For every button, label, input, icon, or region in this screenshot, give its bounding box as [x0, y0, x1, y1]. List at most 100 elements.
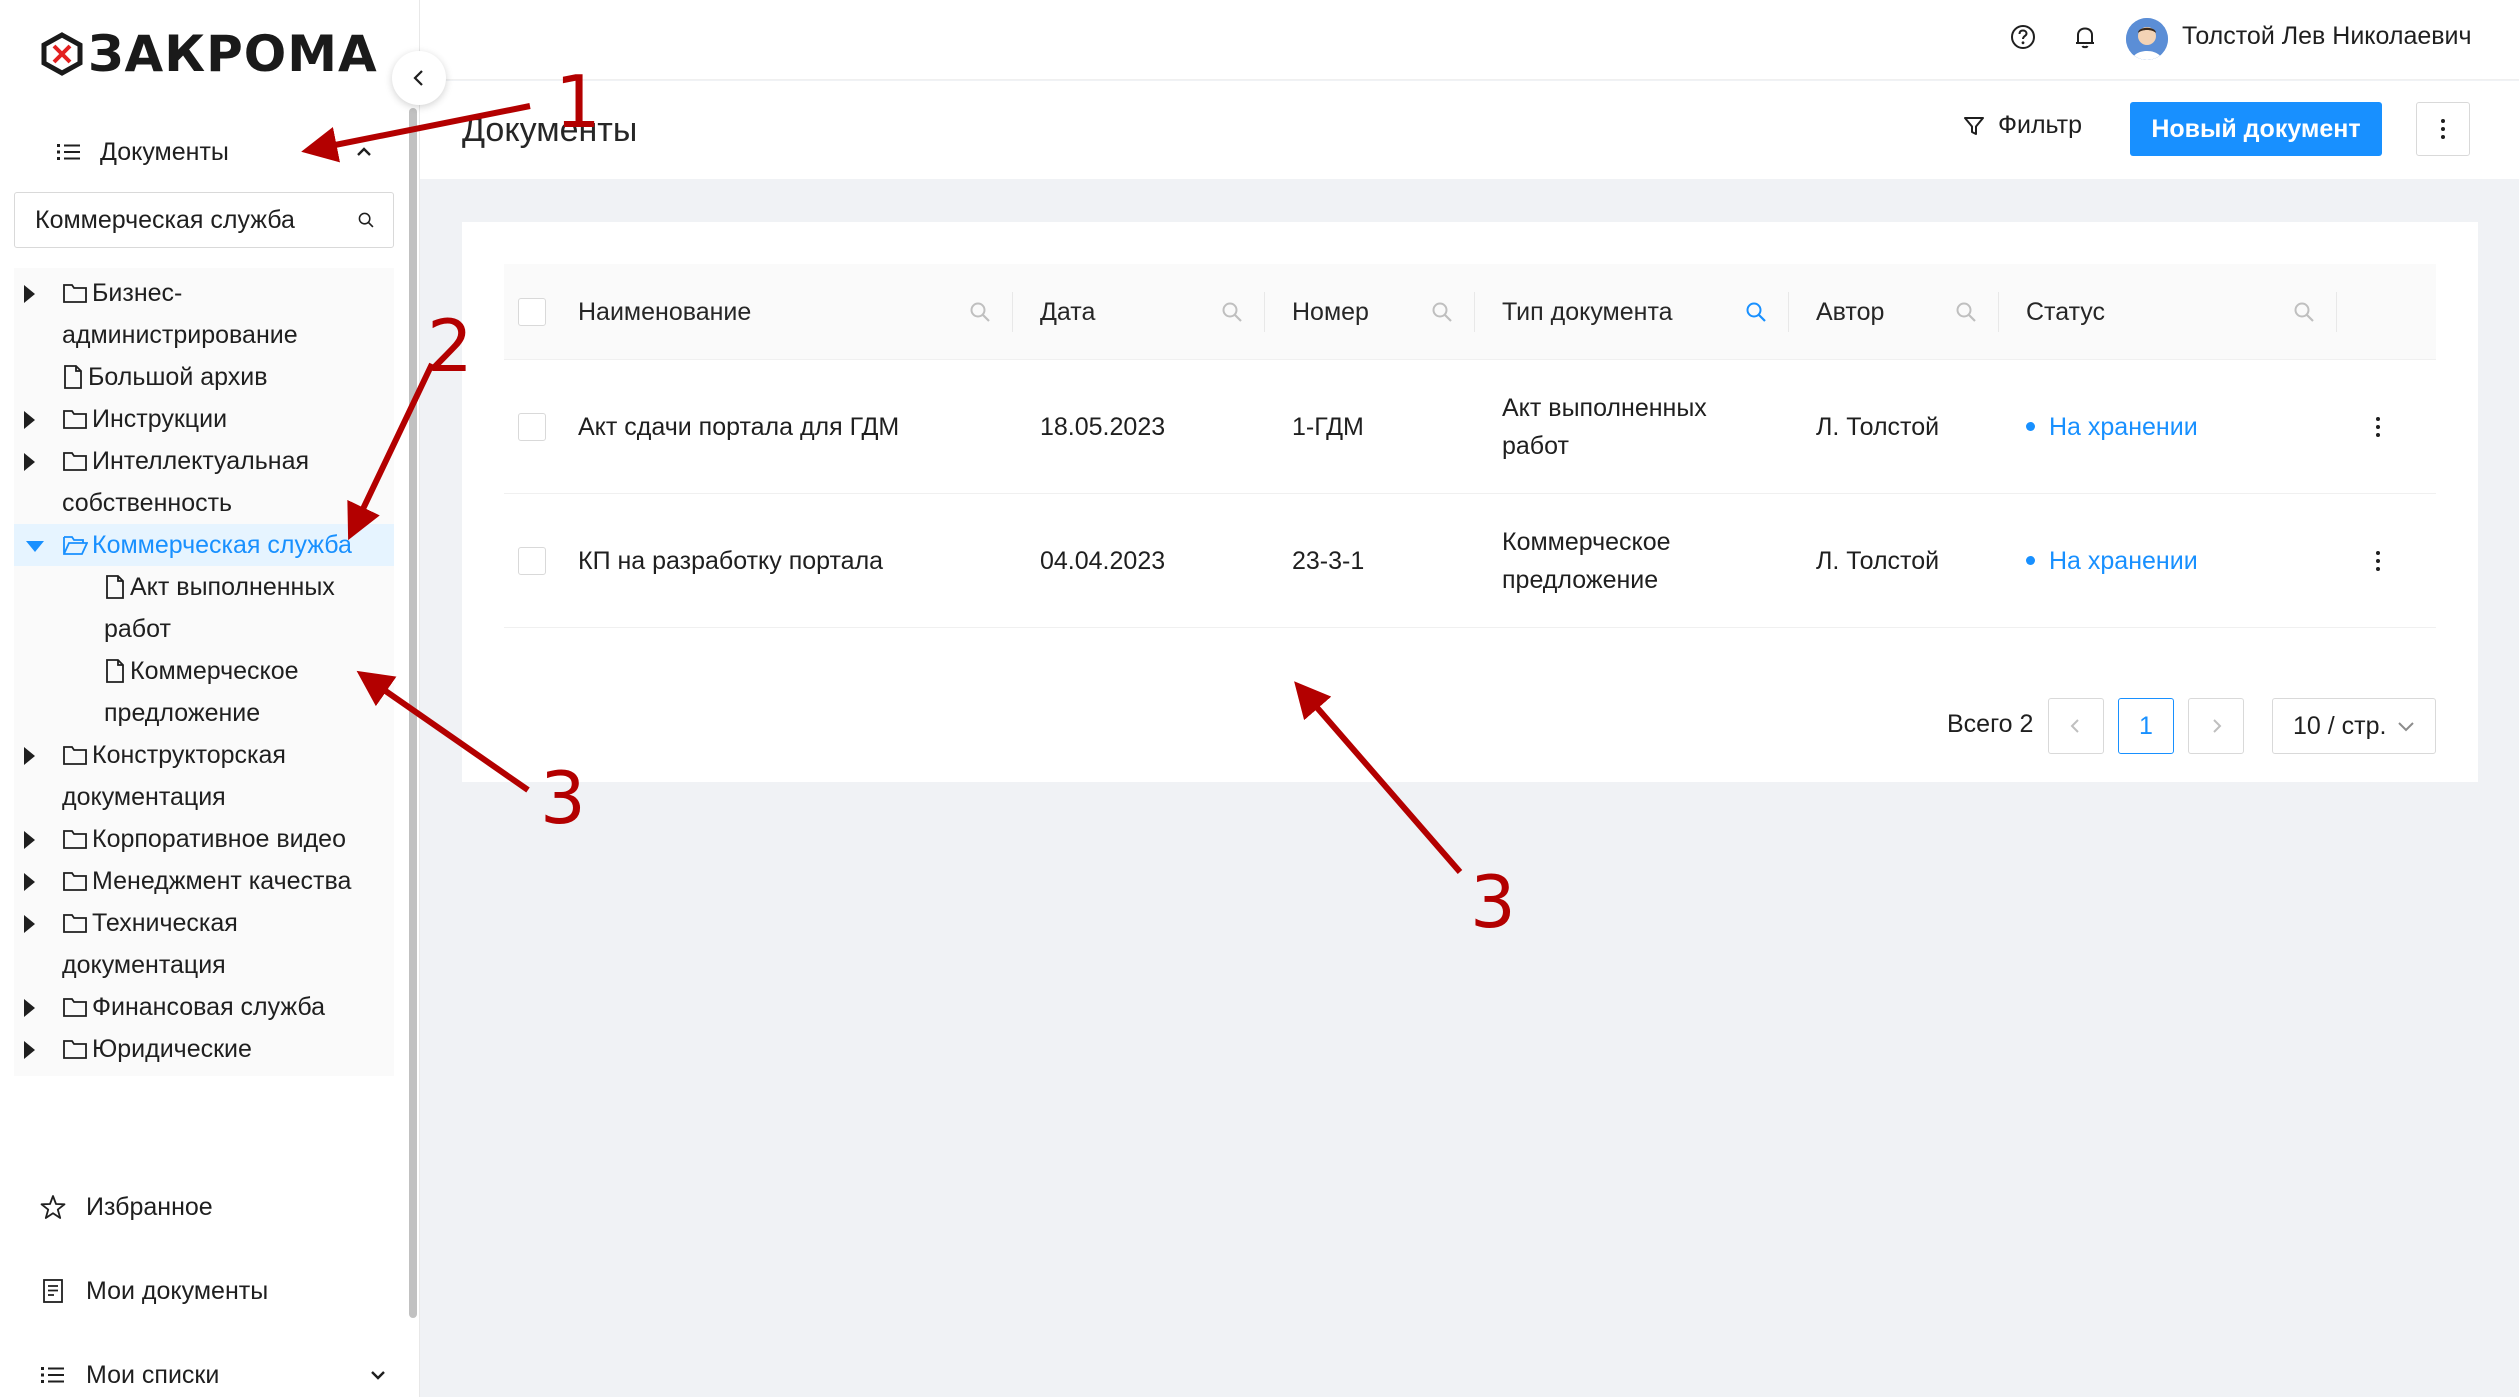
- chevron-left-icon: [2070, 719, 2079, 733]
- tree-folder[interactable]: Финансовая служба: [14, 986, 394, 1028]
- sidebar-item-my-lists[interactable]: Мои списки: [40, 1355, 390, 1395]
- search-icon[interactable]: [2292, 300, 2316, 324]
- column-header-status[interactable]: Статус: [2026, 264, 2105, 359]
- user-avatar[interactable]: [2126, 18, 2168, 60]
- search-icon[interactable]: [1430, 300, 1454, 324]
- table-header: Наименование Дата Номер Тип документа Ав…: [504, 264, 2436, 360]
- expand-caret-icon[interactable]: [24, 915, 35, 933]
- tree-folder[interactable]: Конструкторская документация: [14, 734, 394, 818]
- column-divider[interactable]: [1474, 292, 1475, 332]
- prev-page-button[interactable]: [2048, 698, 2104, 754]
- avatar-image: [2126, 18, 2168, 60]
- expand-caret-icon[interactable]: [24, 1041, 35, 1059]
- logo-text: ЗАКРОМА: [88, 25, 378, 83]
- tree-folder[interactable]: Менеджмент качества: [14, 860, 394, 902]
- sidebar-item-favorites[interactable]: Избранное: [40, 1187, 390, 1227]
- column-header-number[interactable]: Номер: [1292, 264, 1369, 359]
- status-badge: На хранении: [2026, 494, 2198, 627]
- expand-caret-icon[interactable]: [24, 747, 35, 765]
- search-icon[interactable]: [1220, 300, 1244, 324]
- pagination: Всего 2 1 10 / стр.: [504, 698, 2436, 754]
- search-icon[interactable]: [968, 300, 992, 324]
- page-title: Документы: [462, 111, 638, 149]
- tree-folder[interactable]: Интеллектуальная собственность: [14, 440, 394, 524]
- page-button-current[interactable]: 1: [2118, 698, 2174, 754]
- tree-folder[interactable]: Инструкции: [14, 398, 394, 440]
- new-document-button[interactable]: Новый документ: [2130, 102, 2382, 156]
- cell-name[interactable]: Акт сдачи портала для ГДМ: [578, 360, 899, 493]
- filter-button[interactable]: Фильтр: [1962, 111, 2082, 140]
- cell-date: 04.04.2023: [1040, 546, 1166, 575]
- chevron-left-icon: [413, 70, 423, 86]
- tree-search-input[interactable]: [35, 205, 357, 235]
- expand-caret-icon[interactable]: [24, 285, 35, 303]
- more-actions-button[interactable]: [2416, 102, 2470, 156]
- sidebar-scrollbar[interactable]: [409, 108, 417, 1318]
- sidebar-section-documents[interactable]: Документы: [56, 132, 376, 172]
- cell-name[interactable]: КП на разработку портала: [578, 494, 883, 627]
- user-name[interactable]: Толстой Лев Николаевич: [2182, 22, 2472, 51]
- collapse-sidebar-button[interactable]: [392, 51, 446, 105]
- cell-date: 18.05.2023: [1040, 412, 1166, 441]
- more-vertical-icon[interactable]: [2374, 413, 2382, 441]
- bell-icon[interactable]: [2070, 22, 2100, 52]
- cell-number: 23-3-1: [1292, 546, 1365, 575]
- column-divider[interactable]: [1998, 292, 1999, 332]
- status-label: На хранении: [2049, 412, 2198, 441]
- expand-caret-icon[interactable]: [24, 873, 35, 891]
- folder-open-icon: [63, 536, 88, 555]
- column-header-author[interactable]: Автор: [1816, 264, 1884, 359]
- tree-folder[interactable]: Техническая документация: [14, 902, 394, 986]
- column-header-name[interactable]: Наименование: [578, 264, 751, 359]
- cell-author: Л. Толстой: [1816, 412, 1940, 441]
- tree-folder-label: Техническая документация: [62, 909, 238, 979]
- tree-folder-selected[interactable]: Коммерческая служба: [14, 524, 394, 566]
- list-icon: [41, 1367, 64, 1383]
- cell-doc-type: Акт выполненных работ: [1502, 393, 1707, 460]
- folder-icon: [63, 872, 87, 891]
- tree-folder-label: Интеллектуальная собственность: [62, 447, 310, 517]
- select-all-checkbox[interactable]: [518, 297, 546, 326]
- sidebar-item-my-documents[interactable]: Мои документы: [40, 1271, 390, 1311]
- column-divider[interactable]: [1788, 292, 1789, 332]
- tree-search-field[interactable]: [14, 192, 394, 248]
- chevron-up-icon[interactable]: [352, 140, 376, 164]
- filter-label: Фильтр: [1998, 111, 2082, 139]
- tree-file[interactable]: Большой архив: [14, 356, 394, 398]
- expand-caret-icon[interactable]: [24, 999, 35, 1017]
- table-row[interactable]: Акт сдачи портала для ГДМ 18.05.2023 1-Г…: [504, 360, 2436, 494]
- column-divider[interactable]: [1264, 292, 1265, 332]
- status-badge: На хранении: [2026, 360, 2198, 493]
- tree-folder-label: Инструкции: [92, 405, 228, 433]
- tree-file[interactable]: Коммерческое предложение: [14, 650, 394, 734]
- tree-folder-label: Финансовая служба: [92, 993, 326, 1021]
- tree-folder[interactable]: Корпоративное видео: [14, 818, 394, 860]
- table-row[interactable]: КП на разработку портала 04.04.2023 23-3…: [504, 494, 2436, 628]
- chevron-down-icon[interactable]: [366, 1363, 390, 1387]
- folder-icon: [63, 914, 87, 933]
- chevron-right-icon: [2213, 719, 2222, 733]
- expand-caret-icon[interactable]: [24, 831, 35, 849]
- tree-folder[interactable]: Бизнес-администрирование: [14, 272, 394, 356]
- column-divider[interactable]: [1012, 292, 1013, 332]
- question-circle-icon[interactable]: [2008, 22, 2038, 52]
- app-logo[interactable]: ЗАКРОМА: [40, 26, 378, 82]
- expand-caret-icon[interactable]: [24, 411, 35, 429]
- page-size-select[interactable]: 10 / стр.: [2272, 698, 2436, 754]
- tree-file[interactable]: Акт выполненных работ: [14, 566, 394, 650]
- column-header-date[interactable]: Дата: [1040, 264, 1095, 359]
- tree-folder[interactable]: Юридические: [14, 1028, 394, 1070]
- row-checkbox[interactable]: [518, 412, 546, 441]
- annotation-marker-3b: 3: [1470, 860, 1516, 944]
- row-checkbox[interactable]: [518, 546, 546, 575]
- more-vertical-icon[interactable]: [2374, 547, 2382, 575]
- collapse-caret-icon[interactable]: [26, 541, 44, 552]
- search-icon[interactable]: [1954, 300, 1978, 324]
- search-icon-active[interactable]: [1744, 300, 1768, 324]
- more-vertical-icon: [2441, 119, 2445, 139]
- expand-caret-icon[interactable]: [24, 453, 35, 471]
- search-icon[interactable]: [357, 207, 375, 233]
- column-header-doc-type[interactable]: Тип документа: [1502, 264, 1673, 359]
- chevron-down-icon: [2398, 722, 2414, 732]
- next-page-button[interactable]: [2188, 698, 2244, 754]
